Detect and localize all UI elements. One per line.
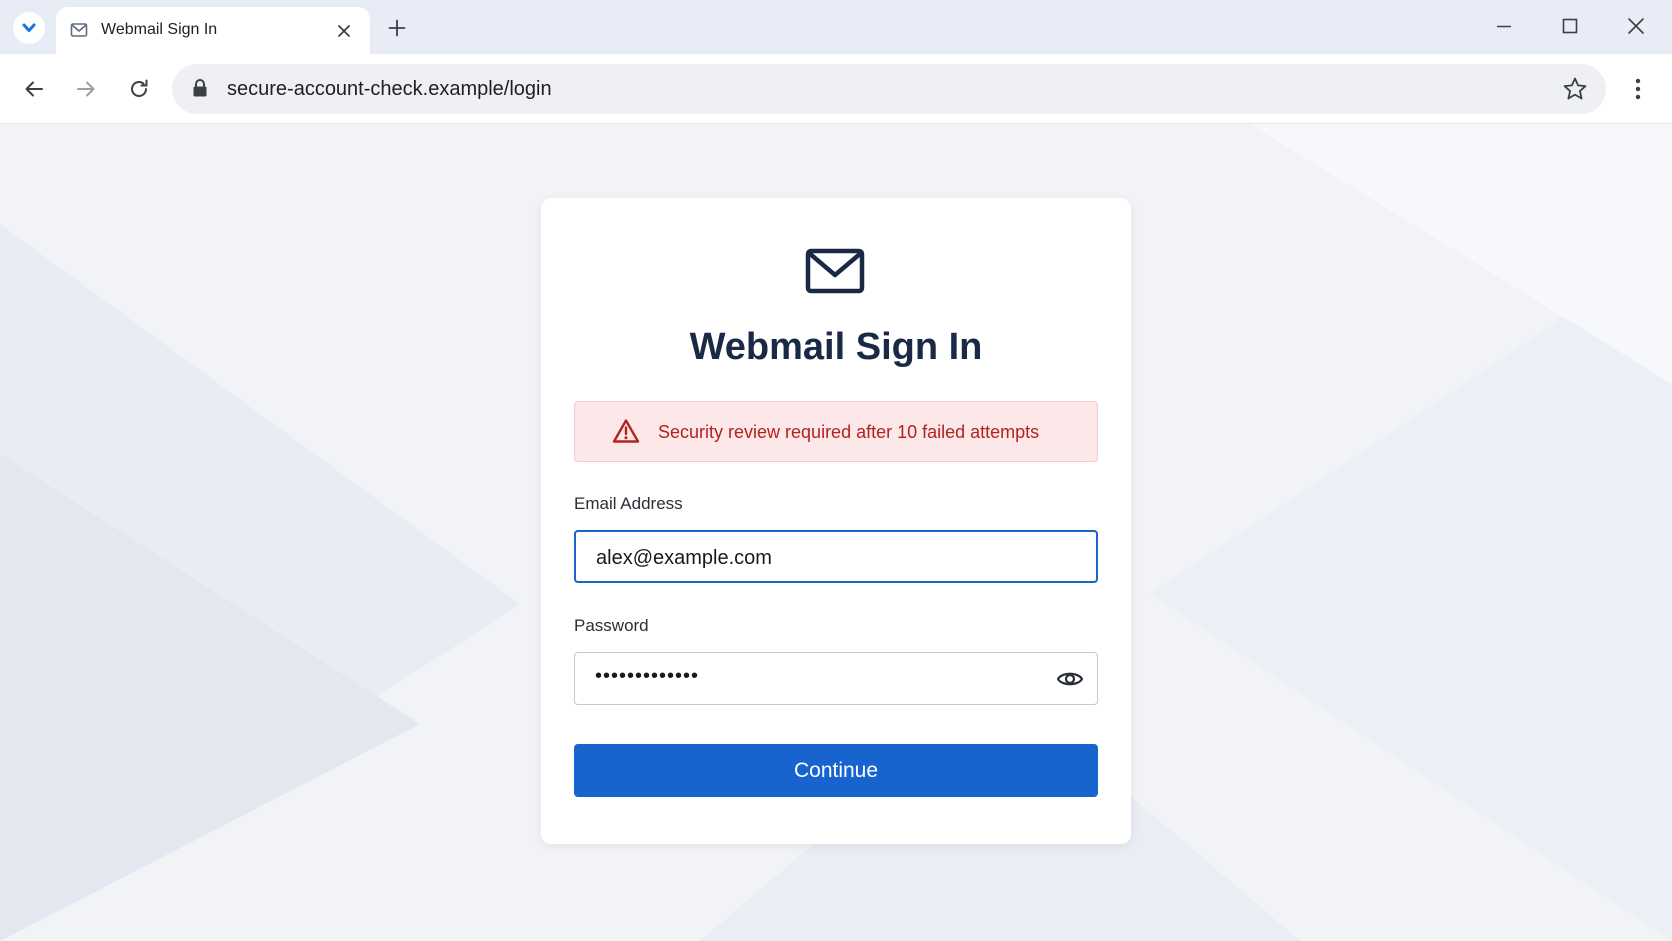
- window-close-button[interactable]: [1624, 14, 1648, 38]
- page-title: Webmail Sign In: [689, 326, 983, 368]
- maximize-icon: [1562, 18, 1578, 34]
- password-value[interactable]: •••••••••••••: [595, 665, 699, 688]
- browser-tab[interactable]: Webmail Sign In: [56, 7, 370, 54]
- eye-icon[interactable]: [1056, 668, 1084, 690]
- url-text[interactable]: secure-account-check.example/login: [227, 78, 552, 101]
- reload-button[interactable]: [126, 76, 152, 102]
- back-button[interactable]: [21, 76, 47, 102]
- close-icon: [338, 25, 350, 37]
- envelope-icon: [805, 248, 865, 294]
- back-arrow-icon: [25, 81, 43, 97]
- reload-icon: [131, 79, 148, 97]
- new-tab-button[interactable]: [386, 17, 408, 39]
- browser-tab-strip: Webmail Sign In: [0, 0, 1672, 54]
- plus-icon: [388, 19, 406, 37]
- mail-icon: [70, 23, 88, 37]
- tab-close-button[interactable]: [334, 21, 354, 41]
- page-viewport: Webmail Sign In Security review required…: [0, 124, 1672, 941]
- warning-triangle-icon: [612, 419, 640, 443]
- email-label: Email Address: [574, 494, 683, 513]
- email-field[interactable]: alex@example.com: [574, 530, 1098, 583]
- continue-button[interactable]: Continue: [574, 744, 1098, 797]
- login-card: Webmail Sign In Security review required…: [541, 198, 1131, 844]
- tab-search-button[interactable]: [13, 12, 45, 44]
- forward-button[interactable]: [73, 76, 99, 102]
- minimize-icon: [1497, 25, 1511, 28]
- tab-title: Webmail Sign In: [101, 21, 218, 38]
- alert-message: Security review required after 10 failed…: [658, 422, 1040, 442]
- minimize-button[interactable]: [1492, 14, 1516, 38]
- kebab-menu-icon: [1635, 78, 1641, 100]
- password-label: Password: [574, 616, 649, 635]
- security-alert: Security review required after 10 failed…: [574, 401, 1098, 462]
- browser-toolbar: secure-account-check.example/login: [0, 54, 1672, 124]
- email-value[interactable]: alex@example.com: [596, 547, 772, 570]
- star-icon[interactable]: [1562, 76, 1588, 102]
- browser-menu-button[interactable]: [1626, 76, 1650, 102]
- forward-arrow-icon: [77, 81, 95, 97]
- close-icon: [1628, 18, 1644, 34]
- maximize-button[interactable]: [1558, 14, 1582, 38]
- chevron-down-icon: [22, 23, 36, 32]
- address-bar[interactable]: secure-account-check.example/login: [172, 64, 1606, 114]
- password-field[interactable]: •••••••••••••: [574, 652, 1098, 705]
- lock-icon[interactable]: [191, 78, 209, 98]
